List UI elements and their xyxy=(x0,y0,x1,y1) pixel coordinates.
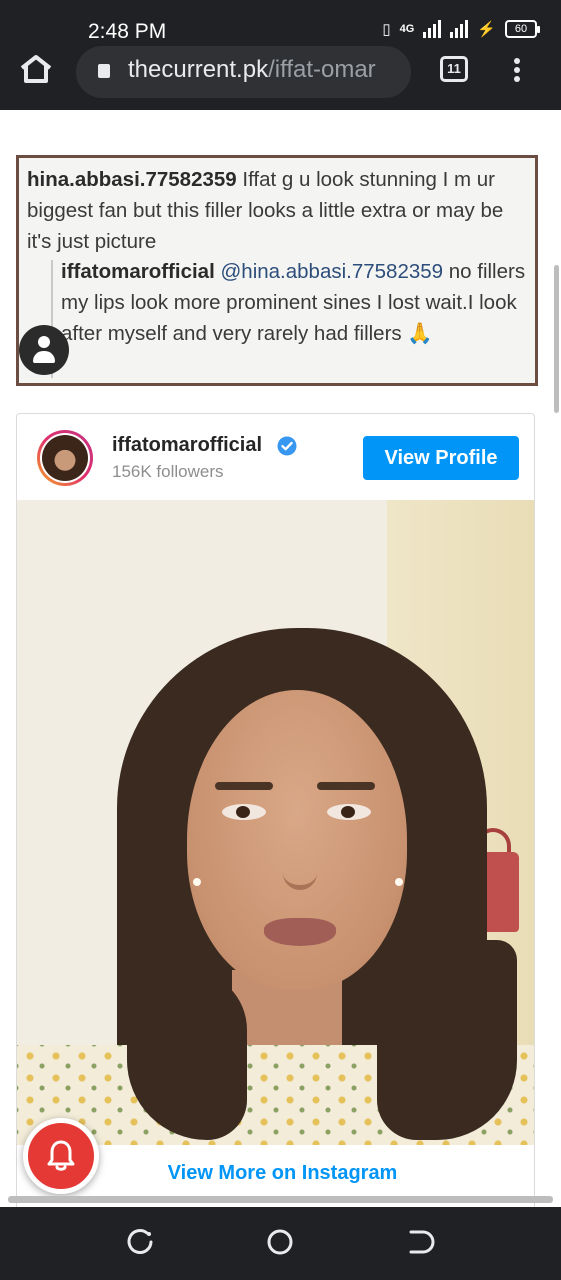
comment: hina.abbasi.77582359 Iffat g u look stun… xyxy=(27,164,533,257)
vertical-scrollbar[interactable] xyxy=(554,265,559,413)
url-path: /iffat-omar xyxy=(268,56,376,83)
notification-bell-button[interactable] xyxy=(23,1118,99,1194)
comment-screenshot-image: hina.abbasi.77582359 Iffat g u look stun… xyxy=(16,155,538,386)
url-text: thecurrent.pk/iffat-omar xyxy=(128,56,376,84)
lock-icon xyxy=(98,64,110,78)
signal-icon-2 xyxy=(450,20,469,38)
vibrate-icon: ▯ xyxy=(382,21,391,38)
tabs-icon[interactable]: 11 xyxy=(440,56,468,82)
user-avatar-icon[interactable] xyxy=(19,325,69,375)
home-circle-icon[interactable] xyxy=(265,1227,295,1257)
comment-username: hina.abbasi.77582359 xyxy=(27,168,237,191)
menu-icon[interactable] xyxy=(508,58,526,84)
view-more-label[interactable]: View More on Instagram xyxy=(154,1162,398,1184)
bell-icon xyxy=(47,1140,75,1171)
charging-icon: ⚡ xyxy=(477,21,496,38)
profile-avatar[interactable] xyxy=(37,430,93,486)
status-time: 2:48 PM xyxy=(88,20,167,43)
url-host: thecurrent.pk xyxy=(128,56,269,83)
reply-username: iffatomarofficial xyxy=(61,260,215,283)
horizontal-scrollbar[interactable] xyxy=(8,1196,553,1203)
signal-icon xyxy=(423,20,442,38)
back-icon[interactable] xyxy=(405,1227,435,1257)
reply: iffatomarofficial @hina.abbasi.77582359 … xyxy=(61,256,535,349)
browser-top-bar: 2:48 PM ▯ 4G ⚡ 60 thecurrent.pk/iffat-om… xyxy=(0,0,561,110)
network-label: 4G xyxy=(399,23,415,35)
status-icons: ▯ 4G ⚡ 60 xyxy=(382,20,540,38)
follower-count: 156K followers xyxy=(112,462,224,481)
recent-apps-icon[interactable] xyxy=(125,1227,155,1257)
reply-mention: @hina.abbasi.77582359 xyxy=(214,260,444,283)
view-profile-button[interactable]: View Profile xyxy=(363,436,519,480)
verified-icon xyxy=(277,436,297,456)
profile-username[interactable]: iffatomarofficial xyxy=(112,434,262,457)
battery-icon: 60 xyxy=(505,20,540,38)
home-icon[interactable] xyxy=(18,54,56,86)
url-bar[interactable]: thecurrent.pk/iffat-omar xyxy=(76,46,411,98)
post-photo[interactable] xyxy=(17,500,534,1145)
instagram-embed-card: iffatomarofficial 156K followers View Pr… xyxy=(16,413,535,1213)
navigation-bar xyxy=(0,1207,561,1280)
